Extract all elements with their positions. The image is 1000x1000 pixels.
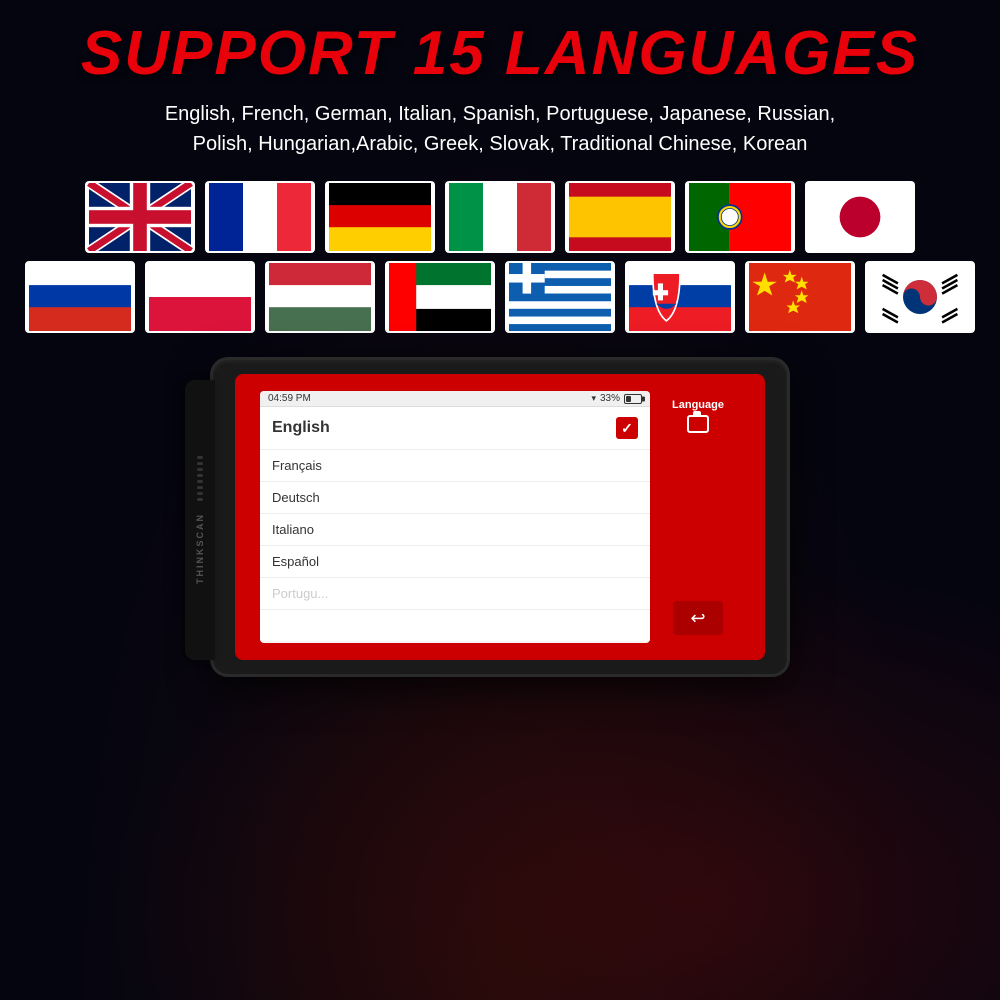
status-icons: ▾ 33% (591, 393, 642, 404)
flag-cn (745, 261, 855, 333)
battery-percent: 33% (600, 393, 620, 404)
flags-row-1 (20, 181, 980, 253)
flag-gr (505, 261, 615, 333)
flag-uk (85, 181, 195, 253)
language-item-german[interactable]: Deutsch (260, 482, 650, 514)
flag-it (445, 181, 555, 253)
grip-dot (197, 486, 203, 489)
flag-jp (805, 181, 915, 253)
device-screen: 04:59 PM ▾ 33% Englis (260, 391, 650, 643)
flag-pt (685, 181, 795, 253)
device-screen-border: 04:59 PM ▾ 33% Englis (235, 374, 765, 660)
language-item-spanish[interactable]: Español (260, 546, 650, 578)
flags-section (20, 181, 980, 333)
page-title: SUPPORT 15 LANGUAGES (81, 18, 919, 89)
wifi-icon: ▾ (591, 393, 596, 404)
battery-icon (624, 394, 642, 404)
flag-ae (385, 261, 495, 333)
language-item-portuguese[interactable]: Portugu... (260, 578, 650, 610)
language-item-italian[interactable]: Italiano (260, 514, 650, 546)
language-item-french[interactable]: Français (260, 450, 650, 482)
device-brand-label: THINKSCAN (195, 513, 205, 584)
flags-row-2 (20, 261, 980, 333)
grip-dot (197, 462, 203, 465)
flag-de (325, 181, 435, 253)
language-name-spanish: Español (272, 554, 319, 569)
subtitle-line2: Polish, Hungarian,Arabic, Greek, Slovak,… (193, 133, 808, 155)
language-list[interactable]: English ✓ Français Deutsch Italiano (260, 407, 650, 610)
grip-dot (197, 474, 203, 477)
language-name-french: Français (272, 458, 322, 473)
back-button[interactable]: ↩ (673, 601, 723, 635)
flag-kr (865, 261, 975, 333)
grip-dot (197, 456, 203, 459)
status-bar: 04:59 PM ▾ 33% (260, 391, 650, 407)
flag-fr (205, 181, 315, 253)
language-header: Language (672, 399, 724, 433)
selected-check-icon: ✓ (616, 417, 638, 439)
thinkscan-device: THINKSCAN 04:59 PM ▾ 33% (210, 357, 790, 677)
back-arrow-icon: ↩ (690, 608, 705, 629)
flag-sk (625, 261, 735, 333)
grip-dot (197, 468, 203, 471)
grip-dot (197, 498, 203, 501)
device-section: THINKSCAN 04:59 PM ▾ 33% (0, 357, 1000, 677)
flag-es (565, 181, 675, 253)
main-content: SUPPORT 15 LANGUAGES English, French, Ge… (0, 0, 1000, 677)
language-name-german: Deutsch (272, 490, 320, 505)
grip-dot (197, 492, 203, 495)
device-grip-left: THINKSCAN (185, 380, 215, 660)
language-list-screen: English ✓ Français Deutsch Italiano (260, 407, 650, 641)
battery-fill (626, 396, 631, 402)
camera-top (693, 411, 701, 416)
flag-hu (265, 261, 375, 333)
language-panel-label: Language (672, 399, 724, 411)
flag-ru (25, 261, 135, 333)
language-name-portuguese: Portugu... (272, 586, 328, 601)
language-name-italian: Italiano (272, 522, 314, 537)
subtitle-line1: English, French, German, Italian, Spanis… (165, 103, 835, 125)
flag-pl (145, 261, 255, 333)
camera-icon (687, 415, 709, 433)
subtitle: English, French, German, Italian, Spanis… (165, 99, 835, 159)
grip-dots (197, 456, 203, 501)
language-item-english[interactable]: English ✓ (260, 407, 650, 450)
grip-dot (197, 480, 203, 483)
language-name-english: English (272, 419, 330, 437)
right-panel: Language ↩ (653, 391, 743, 643)
status-time: 04:59 PM (268, 393, 311, 404)
